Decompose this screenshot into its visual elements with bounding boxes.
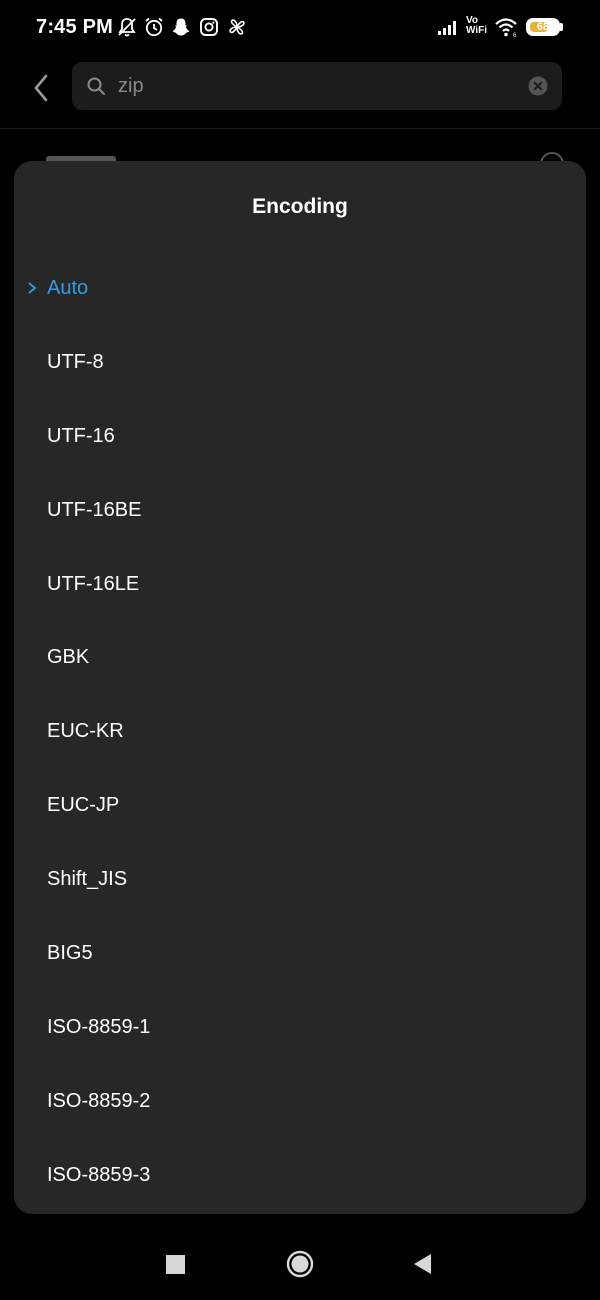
vowifi-icon: Vo WiFi [466, 16, 487, 36]
wifi-icon: 6 [495, 18, 517, 38]
encoding-option-euc-kr[interactable]: EUC-KR [14, 695, 586, 769]
search-bar[interactable] [72, 62, 562, 110]
navigation-bar [0, 1226, 600, 1300]
encoding-option-euc-jp[interactable]: EUC-JP [14, 769, 586, 843]
encoding-label: ISO-8859-3 [47, 1163, 151, 1186]
encoding-option-utf-16le[interactable]: UTF-16LE [14, 548, 586, 622]
triangle-back-icon[interactable] [412, 1253, 432, 1275]
encoding-label: EUC-KR [47, 720, 124, 743]
battery-tip [560, 23, 563, 31]
encoding-option-iso-8859-2[interactable]: ISO-8859-2 [14, 1065, 586, 1139]
encoding-label: UTF-16 [47, 424, 115, 447]
battery-level: 68 [536, 21, 550, 33]
square-recents-icon[interactable] [166, 1255, 185, 1274]
encoding-label: EUC-JP [47, 794, 120, 817]
screen: 7:45 PM Vo WiFi 6 68 zip Encoding Auto U… [0, 0, 600, 1300]
encoding-option-utf-8[interactable]: UTF-8 [14, 326, 586, 400]
encoding-label: UTF-16LE [47, 572, 140, 595]
encoding-option-auto[interactable]: Auto [14, 252, 586, 326]
bell-off-icon [118, 18, 136, 37]
encoding-label: UTF-8 [47, 350, 104, 373]
signal-icon [438, 21, 456, 35]
chevron-left-icon[interactable] [24, 68, 60, 108]
encoding-option-iso-8859-1[interactable]: ISO-8859-1 [14, 991, 586, 1065]
encoding-option-utf-16be[interactable]: UTF-16BE [14, 474, 586, 548]
encoding-label: Shift_JIS [47, 868, 128, 891]
encoding-dialog: Encoding Auto UTF-8 UTF-16 UTF-16BE UTF-… [14, 161, 586, 1214]
encoding-label: GBK [47, 646, 90, 669]
snapchat-icon [172, 18, 190, 36]
battery-icon: 68 [526, 18, 560, 36]
encoding-option-utf-16[interactable]: UTF-16 [14, 400, 586, 474]
circle-home-icon[interactable] [286, 1250, 314, 1278]
search-input[interactable] [118, 62, 518, 110]
chevron-right-icon [28, 282, 37, 294]
encoding-list: Auto UTF-8 UTF-16 UTF-16BE UTF-16LE GBK [14, 252, 586, 1213]
encoding-label: Auto [47, 277, 89, 299]
encoding-label: BIG5 [47, 942, 93, 965]
search-icon [87, 77, 105, 95]
svg-text:6: 6 [513, 33, 517, 38]
pinwheel-icon [229, 19, 245, 35]
encoding-option-iso-8859-3[interactable]: ISO-8859-3 [14, 1139, 586, 1213]
encoding-label: ISO-8859-1 [47, 1015, 151, 1038]
encoding-label: UTF-16BE [47, 498, 142, 521]
clear-circle-icon[interactable] [528, 76, 548, 96]
encoding-option-shift-jis[interactable]: Shift_JIS [14, 843, 586, 917]
encoding-option-gbk[interactable]: GBK [14, 621, 586, 695]
encoding-option-big5[interactable]: BIG5 [14, 917, 586, 991]
instagram-icon [200, 18, 218, 36]
status-bar: 7:45 PM Vo WiFi 6 68 [0, 0, 600, 56]
dialog-title: Encoding [252, 195, 348, 218]
encoding-label: ISO-8859-2 [47, 1089, 151, 1112]
vowifi-bottom-label: WiFi [466, 25, 488, 36]
alarm-icon [145, 17, 163, 37]
status-time: 7:45 PM [36, 16, 113, 38]
header-divider [0, 128, 600, 129]
